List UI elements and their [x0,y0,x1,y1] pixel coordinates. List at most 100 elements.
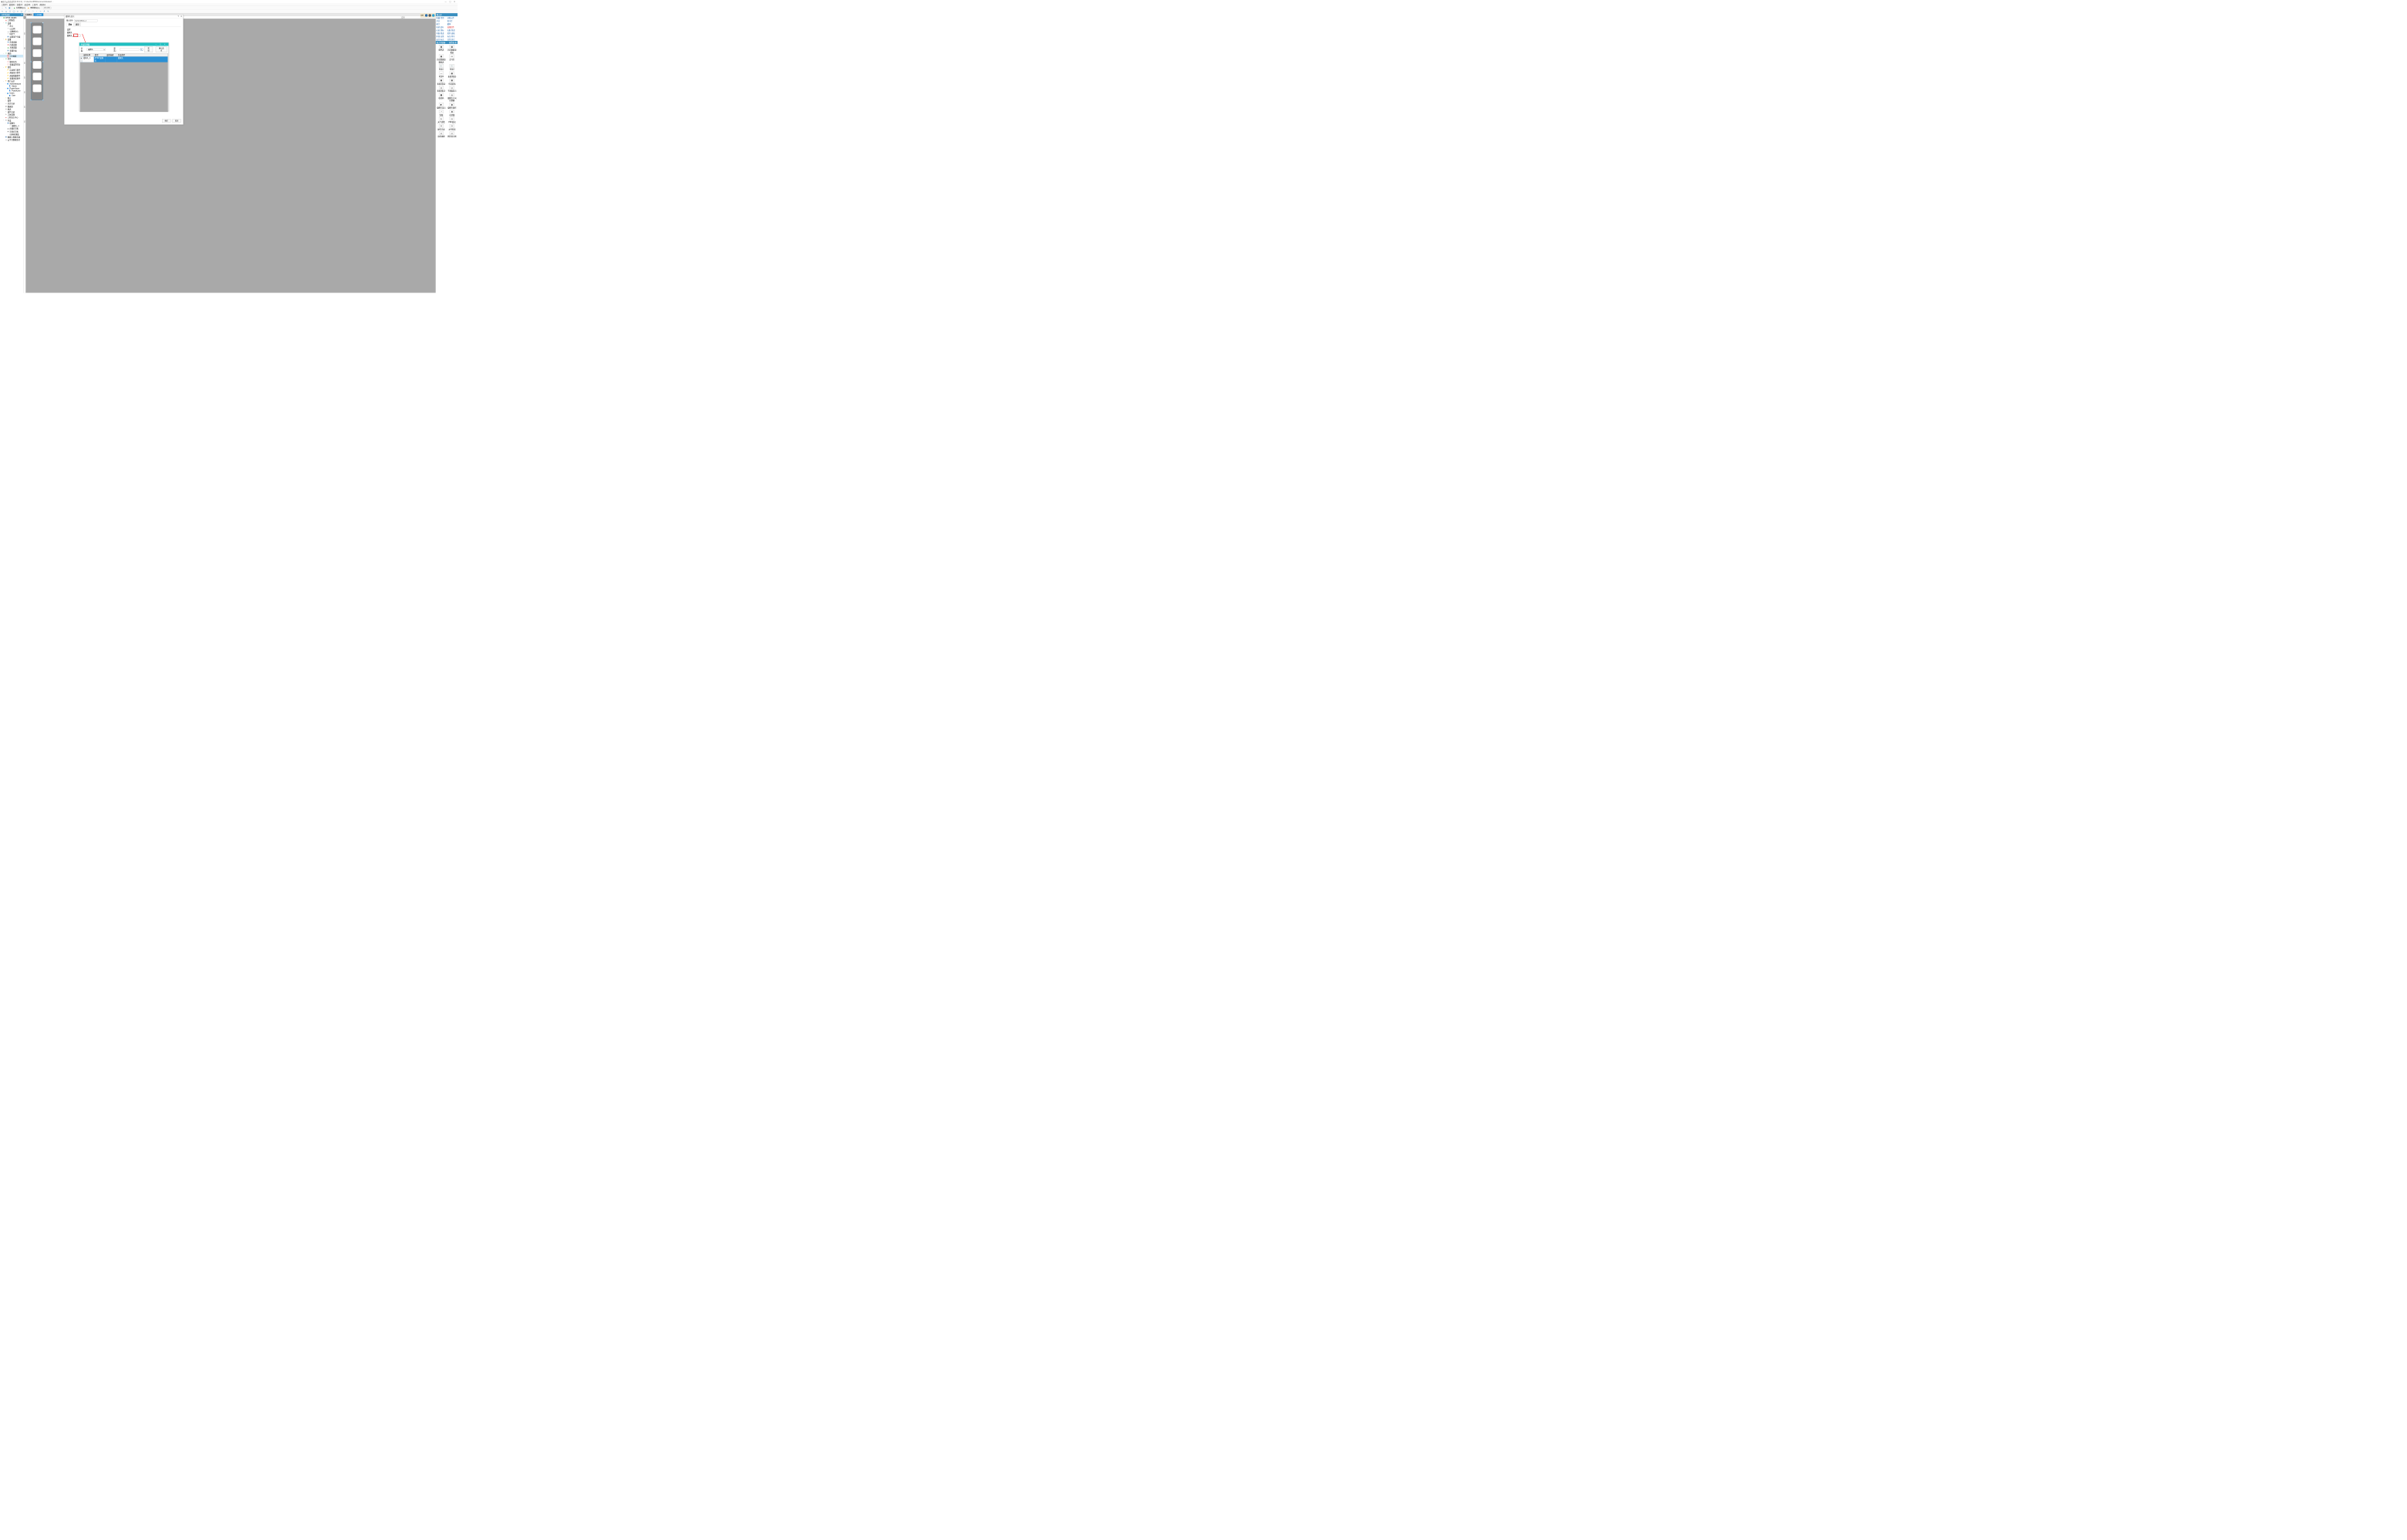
widget-item-7[interactable]: ▦表格(预览) [447,72,457,78]
widget-item-20[interactable]: ▭操作记录 [436,124,447,130]
right-category-tabs: 收藏·常用功能元件开关指示灯阀门罐体电机·扇叶高级控件仪表·游标无痕·管道有痕·… [436,16,457,41]
widget-item-8[interactable]: ▦表格(简易) [436,79,447,85]
menu-help[interactable]: 帮助(H) [39,3,46,5]
online-sim-button[interactable]: 在线模拟(F5) [13,6,26,8]
ext-chip-3-icon[interactable] [432,14,434,16]
m1-help-button[interactable]: ? [177,15,178,18]
tool-ellipse-icon[interactable]: ◯ [12,10,15,12]
menu-project[interactable]: 工程(P) [2,3,8,5]
ext-chip-1-icon[interactable] [425,14,427,16]
tool-line-icon[interactable]: ╱ [24,10,26,12]
m2-cell-type: RTSP 摄像头 [94,56,106,62]
tool-pie-icon[interactable]: ◔ [35,10,38,12]
tree-node-icon: ⚡ [5,66,7,69]
tree-twisty-icon[interactable]: − [2,66,4,68]
widget-item-6[interactable]: —时钟3 [436,72,447,78]
m2-add-button[interactable]: 新增 [144,47,153,52]
widget-label: 摄像头显示 [437,106,445,109]
m2-row-0[interactable]: ▸ 摄像头_1 RTSP 摄像头 摄像头 [80,56,168,62]
tree-twisty-icon[interactable]: − [5,123,6,124]
m2-grid[interactable]: 设备名称 类型 设备描述 外设类型 ▸ 摄像头_1 RTSP 摄像头 摄像头 ↖ [80,53,168,112]
widget-item-1[interactable]: ▦历史数据查看表 [447,45,457,53]
offline-sim-button[interactable]: 离线模拟(F6) [28,6,41,8]
widget-item-23[interactable]: ▭网页显示框 [447,131,457,137]
widget-item-16[interactable]: ◔饼图 [436,110,447,116]
m1-tab-basic[interactable]: 基本 [66,22,74,26]
widget-label: 文件列表 [448,128,455,130]
m2-confirm-button[interactable]: 确认选择 [156,47,167,52]
tree-node-icon: Ψ [7,25,9,27]
widget-icon: ▭ [450,124,454,128]
widget-item-13[interactable]: ◎摄像头方向控制器 [447,93,457,102]
widget-item-15[interactable]: ◉摄像头操作 [447,103,457,109]
widget-item-14[interactable]: ▶摄像头显示 [436,103,447,109]
menu-edit[interactable]: 编辑(E) [9,3,15,5]
tool-polyline-icon[interactable]: 〰 [28,10,30,12]
window-close[interactable]: ✕ [452,1,457,3]
widget-label: 历史数据查看报表 [436,59,447,63]
tool-poly-icon[interactable]: ⬠ [20,10,22,12]
ext-chip-2-icon[interactable] [428,14,430,16]
tree-twisty-icon[interactable]: − [2,120,4,121]
widget-item-18[interactable]: ☀天气查看 [436,117,447,123]
project-tree[interactable]: −▣RTSP_DEMO▤工程属性−⚙设备Ψ串口≋以太网☁云数据中心✎MQTT▦设… [0,16,23,292]
tree-node-icon: ◯ [7,63,9,66]
widget-label: 历史数据查看表 [447,49,457,53]
tool-diamond-icon[interactable]: ◇ [16,10,19,12]
tree-label: User [12,94,15,96]
tool-text-icon[interactable]: A [43,10,46,12]
widget-item-5[interactable]: 🕐时钟2 [447,64,457,70]
tree-twisty-icon[interactable]: − [2,22,4,24]
tree-twisty-icon[interactable]: − [2,80,4,82]
tool-edit-icon[interactable]: ✎ [47,10,49,12]
tree-twisty-icon[interactable]: − [2,52,4,54]
widget-icon: ▩ [439,93,444,97]
m2-search-button[interactable]: 🔍 [140,49,143,51]
m1-ok-button[interactable]: 确定 [162,120,170,123]
ext-badge: EXT [420,15,424,16]
widget-item-21[interactable]: ▭文件列表 [447,124,457,130]
widget-label: 天气查看 [437,121,444,123]
tool-arc-icon[interactable]: ◠ [32,10,34,12]
tb-open-icon[interactable]: ✎ [5,7,7,9]
widget-icon: ▭ [439,124,444,128]
m2-close-button[interactable]: ✕ [163,43,167,45]
m1-cancel-button[interactable]: 取消 [172,120,181,123]
m2-cell-name: 摄像头_1 [83,56,94,62]
tree-twisty-icon[interactable]: − [5,83,6,85]
tree-twisty-icon[interactable]: − [2,39,4,40]
tool-rect-icon[interactable]: ▭ [5,10,7,12]
tree-item-45[interactable]: ☁云平台数据监控 [0,138,23,141]
widget-item-4[interactable]: 🕐时钟1 [436,64,447,70]
tree-twisty-icon[interactable]: − [1,17,2,19]
widget-item-12[interactable]: ▩收款码 [436,93,447,102]
menu-tools[interactable]: 工具(T) [32,3,38,5]
widget-item-3[interactable]: ▭走马灯 [447,55,457,63]
menu-view[interactable]: 查看(V) [17,3,23,5]
tree-node-icon: ◆ [7,47,9,49]
tree-twisty-icon[interactable]: − [5,88,6,89]
tree-twisty-icon[interactable]: − [5,93,6,94]
widget-item-0[interactable]: ▦报警表 [436,45,447,53]
widget-item-10[interactable]: ▭表格(集合) [436,86,447,92]
tb-save-icon[interactable]: ▣ [8,7,11,9]
widget-item-17[interactable]: ▮柱状图 [447,110,457,116]
widget-item-9[interactable]: ▦布局表格 [447,79,457,85]
ip-input[interactable] [43,7,51,9]
tree-node-icon: ▤ [5,108,7,110]
widget-item-22[interactable]: ▭动态画线 [436,131,447,137]
m1-close-button[interactable]: ✕ [181,15,182,18]
m1-name-input[interactable] [74,19,97,22]
tree-twisty-icon[interactable]: − [2,58,4,59]
camera-widget[interactable] [31,22,43,100]
widget-item-2[interactable]: ▦历史数据查看报表 [436,55,447,63]
tool-pointer-icon[interactable]: ↖ [2,10,4,12]
m2-filter-input[interactable] [120,49,139,51]
widget-item-19[interactable]: ▭PDF阅读 [447,117,457,123]
tool-curve-icon[interactable]: ∿ [39,10,42,12]
tb-new-icon[interactable]: ▫ [2,7,4,9]
widget-item-11[interactable]: ▭子画面显示 [447,86,457,92]
menu-debug[interactable]: 调试(D) [25,3,31,5]
tool-roundrect-icon[interactable]: ▢ [8,10,11,12]
m1-tab-general[interactable]: 通用 [73,22,81,26]
